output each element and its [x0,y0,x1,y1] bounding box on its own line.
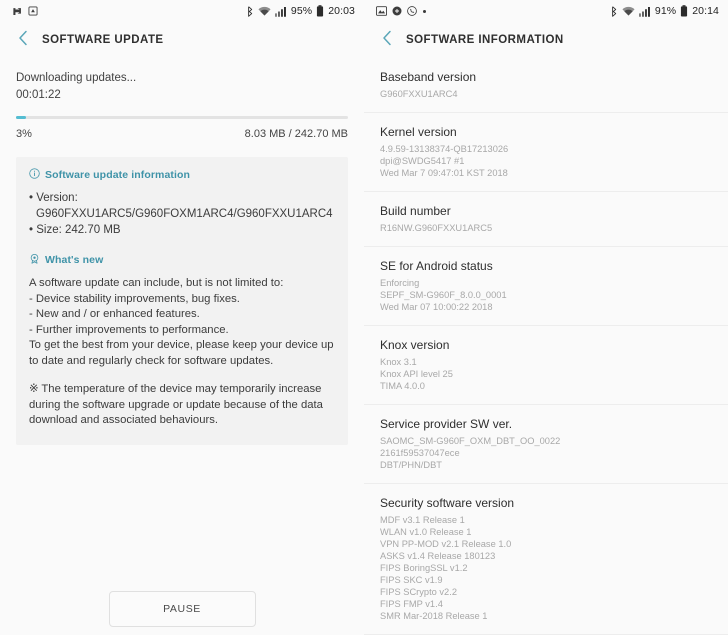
info-row-title: Knox version [380,338,450,352]
app-bar-left: SOFTWARE UPDATE [0,22,364,58]
download-elapsed-time: 00:01:22 [16,89,61,101]
status-bar-right: 91% 20:14 [364,0,728,22]
battery-percent-label: 91% [654,5,677,17]
software-update-screen: 95% 20:03 SOFTWARE UPDATE Downloading up… [0,0,364,635]
info-row[interactable]: Service provider SW ver. SAOMC_SM-G960F_O… [364,405,728,484]
info-row[interactable]: SE for Android status Enforcing SEPF_SM-G… [364,247,728,326]
bluetooth-icon [246,5,254,17]
whats-new-body-text: A software update can include, but is no… [29,277,334,367]
status-bar-system-icons-right: 91% 20:14 [610,5,719,17]
update-info-heading-row: Software update information [29,168,335,182]
update-info-version: • Version: G960FXXU1ARC5/G960FOXM1ARC4/G… [29,192,333,220]
info-row[interactable]: Kernel version 4.9.59-13138374-QB17213026… [364,113,728,192]
info-row-value: R16NW.G960FXXU1ARC5 [380,223,493,233]
info-row-title: Service provider SW ver. [380,417,513,431]
update-info-items: • Version: G960FXXU1ARC5/G960FOXM1ARC4/G… [29,190,335,238]
screenshot-icon [28,6,38,16]
download-size-label: 8.03 MB / 242.70 MB [244,128,348,140]
download-status-text: Downloading updates... [16,72,137,84]
info-row[interactable]: Knox version Knox 3.1 Knox API level 25 T… [364,326,728,405]
download-progress-fill [16,116,26,119]
whats-new-badge-icon [29,253,40,267]
whats-new-heading: What's new [45,254,104,266]
status-bar-clock: 20:14 [692,5,719,17]
info-row[interactable]: Security software version MDF v3.1 Releas… [364,484,728,635]
info-row-title: SE for Android status [380,259,493,273]
app-circle-icon [392,6,402,16]
download-percent-label: 3% [16,128,32,140]
battery-icon [680,5,688,17]
status-bar-left: 95% 20:03 [0,0,364,22]
info-row-title: Baseband version [380,70,477,84]
back-chevron-icon [382,30,392,51]
download-progress-meta: 3% 8.03 MB / 242.70 MB [16,128,348,140]
status-bar-notification-icons-right [376,6,610,16]
wifi-icon [258,6,271,17]
software-information-list: Baseband version G960FXXU1ARC4 Kernel vers… [364,58,728,635]
bluetooth-icon [610,5,618,17]
battery-icon [316,5,324,17]
update-info-heading: Software update information [45,169,191,181]
whats-new-heading-row: What's new [29,253,335,267]
back-button-software-update[interactable] [12,29,34,51]
software-information-screen: 91% 20:14 SOFTWARE INFORMATION Baseband … [364,0,728,635]
status-bar-notification-icons [12,6,246,17]
update-info-size: • Size: 242.70 MB [29,224,121,236]
whatsapp-icon [407,6,417,16]
info-row-title: Security software version [380,496,515,510]
info-row-title: Build number [380,204,451,218]
dual-screenshot-container: 95% 20:03 SOFTWARE UPDATE Downloading up… [0,0,728,635]
signal-bars-icon [638,6,651,17]
info-row-value: Enforcing SEPF_SM-G960F_8.0.0_0001 Wed M… [380,278,507,312]
battery-percent-label: 95% [290,5,313,17]
info-row-title: Kernel version [380,125,457,139]
info-row-value: Knox 3.1 Knox API level 25 TIMA 4.0.0 [380,357,453,391]
software-update-body: Downloading updates... 00:01:22 3% 8.03 … [0,70,364,445]
info-row[interactable]: Build number R16NW.G960FXXU1ARC5 [364,192,728,247]
info-row-value: G960FXXU1ARC4 [380,89,458,99]
play-triangle-icon [12,6,23,17]
back-chevron-icon [18,30,28,51]
pause-button-area: PAUSE [0,591,364,627]
back-button-software-information[interactable] [376,29,398,51]
info-circle-icon [29,168,40,182]
info-row-value: 4.9.59-13138374-QB17213026 dpi@SWDG5417 … [380,144,509,178]
software-update-info-card: Software update information • Version: G… [16,157,348,445]
signal-bars-icon [274,6,287,17]
app-bar-right: SOFTWARE INFORMATION [364,22,728,58]
whats-new-temperature-note: ※ The temperature of the device may temp… [29,383,323,426]
info-row-value: SAOMC_SM-G960F_OXM_DBT_OO_0022 2161f5953… [380,436,561,470]
info-row-value: MDF v3.1 Release 1 WLAN v1.0 Release 1 V… [380,515,512,621]
wifi-icon [622,6,635,17]
page-title-software-update: SOFTWARE UPDATE [42,34,164,46]
status-bar-clock: 20:03 [328,5,355,17]
image-icon [376,6,387,16]
status-bar-system-icons: 95% 20:03 [246,5,355,17]
more-dot-icon [423,9,426,13]
page-title-software-information: SOFTWARE INFORMATION [406,34,564,46]
info-row[interactable]: Baseband version G960FXXU1ARC4 [364,58,728,113]
download-progress-bar[interactable] [16,116,348,119]
pause-button[interactable]: PAUSE [108,591,256,627]
